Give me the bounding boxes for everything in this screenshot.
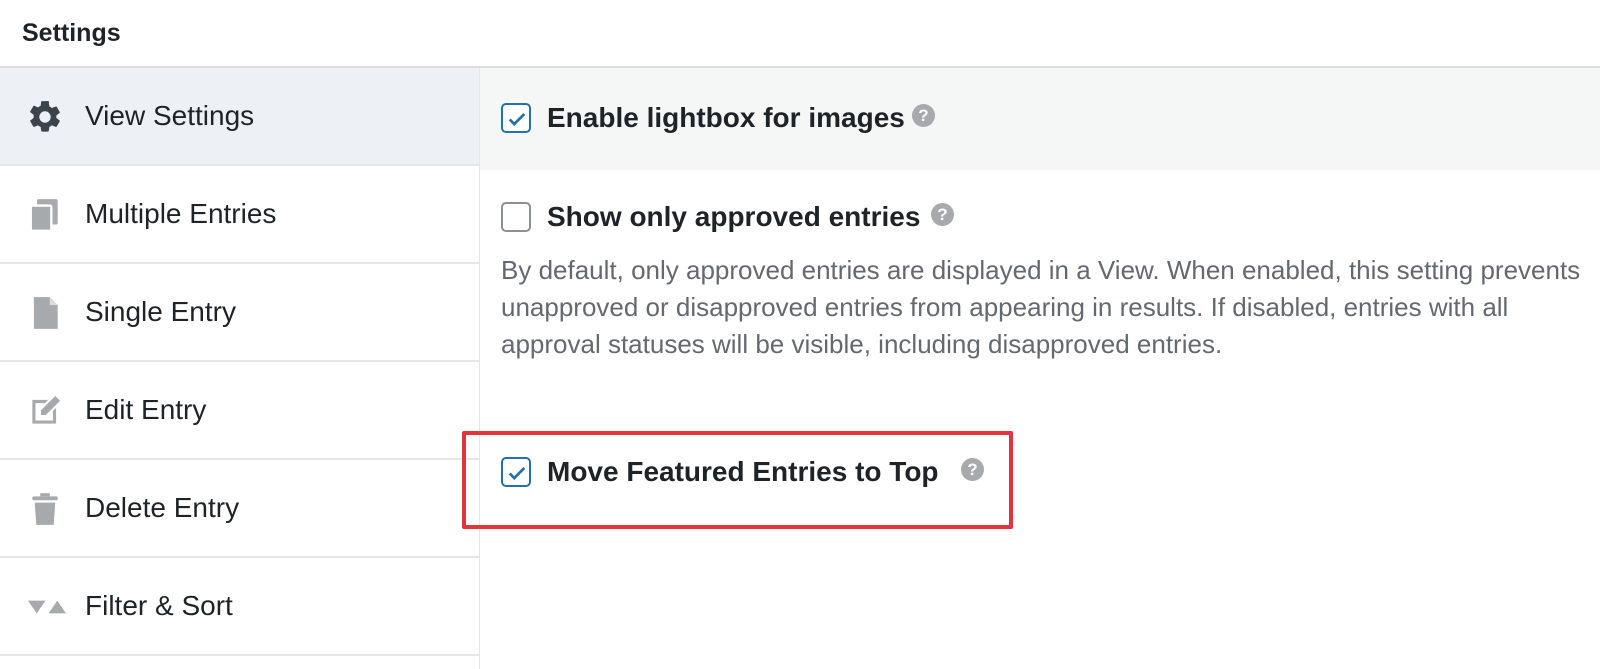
featured-entries-label[interactable]: Move Featured Entries to Top (547, 456, 939, 488)
sidebar-item-multiple-entries[interactable]: Multiple Entries (0, 166, 479, 264)
approved-entries-checkbox[interactable] (501, 202, 531, 232)
sidebar-item-delete-entry[interactable]: Delete Entry (0, 460, 479, 558)
sidebar-item-view-settings[interactable]: View Settings (0, 68, 479, 166)
filter-sort-icon (26, 588, 66, 626)
featured-entries-checkbox[interactable] (501, 457, 531, 487)
settings-sidebar: View Settings Multiple Entries Single En… (0, 68, 479, 669)
sidebar-item-label: Single Entry (85, 296, 236, 327)
sidebar-item-label: Filter & Sort (85, 590, 233, 621)
approved-entries-description: By default, only approved entries are di… (501, 255, 1581, 359)
help-icon[interactable]: ? (931, 203, 954, 226)
sidebar-item-label: Edit Entry (85, 394, 207, 425)
approved-entries-label[interactable]: Show only approved entries (547, 201, 920, 233)
sidebar-item-single-entry[interactable]: Single Entry (0, 264, 479, 362)
lightbox-checkbox[interactable] (501, 103, 531, 133)
sidebar-item-filter-sort[interactable]: Filter & Sort (0, 558, 479, 656)
sidebar-item-edit-entry[interactable]: Edit Entry (0, 362, 479, 460)
copy-icon (26, 196, 64, 234)
edit-icon (26, 392, 64, 430)
page-icon (26, 294, 64, 332)
trash-icon (26, 490, 64, 528)
settings-panel-header: Settings (0, 0, 1600, 68)
gear-icon (26, 98, 64, 136)
help-icon[interactable]: ? (961, 458, 984, 481)
sidebar-item-label: Delete Entry (85, 492, 240, 523)
panel-title: Settings (22, 19, 121, 47)
help-icon[interactable]: ? (912, 104, 935, 127)
lightbox-label[interactable]: Enable lightbox for images (547, 102, 905, 134)
lightbox-setting-row: Enable lightbox for images ? (480, 68, 1600, 170)
sidebar-item-label: Multiple Entries (85, 198, 277, 229)
settings-content: Enable lightbox for images ? Show only a… (462, 68, 1600, 669)
sidebar-item-label: View Settings (85, 100, 255, 131)
